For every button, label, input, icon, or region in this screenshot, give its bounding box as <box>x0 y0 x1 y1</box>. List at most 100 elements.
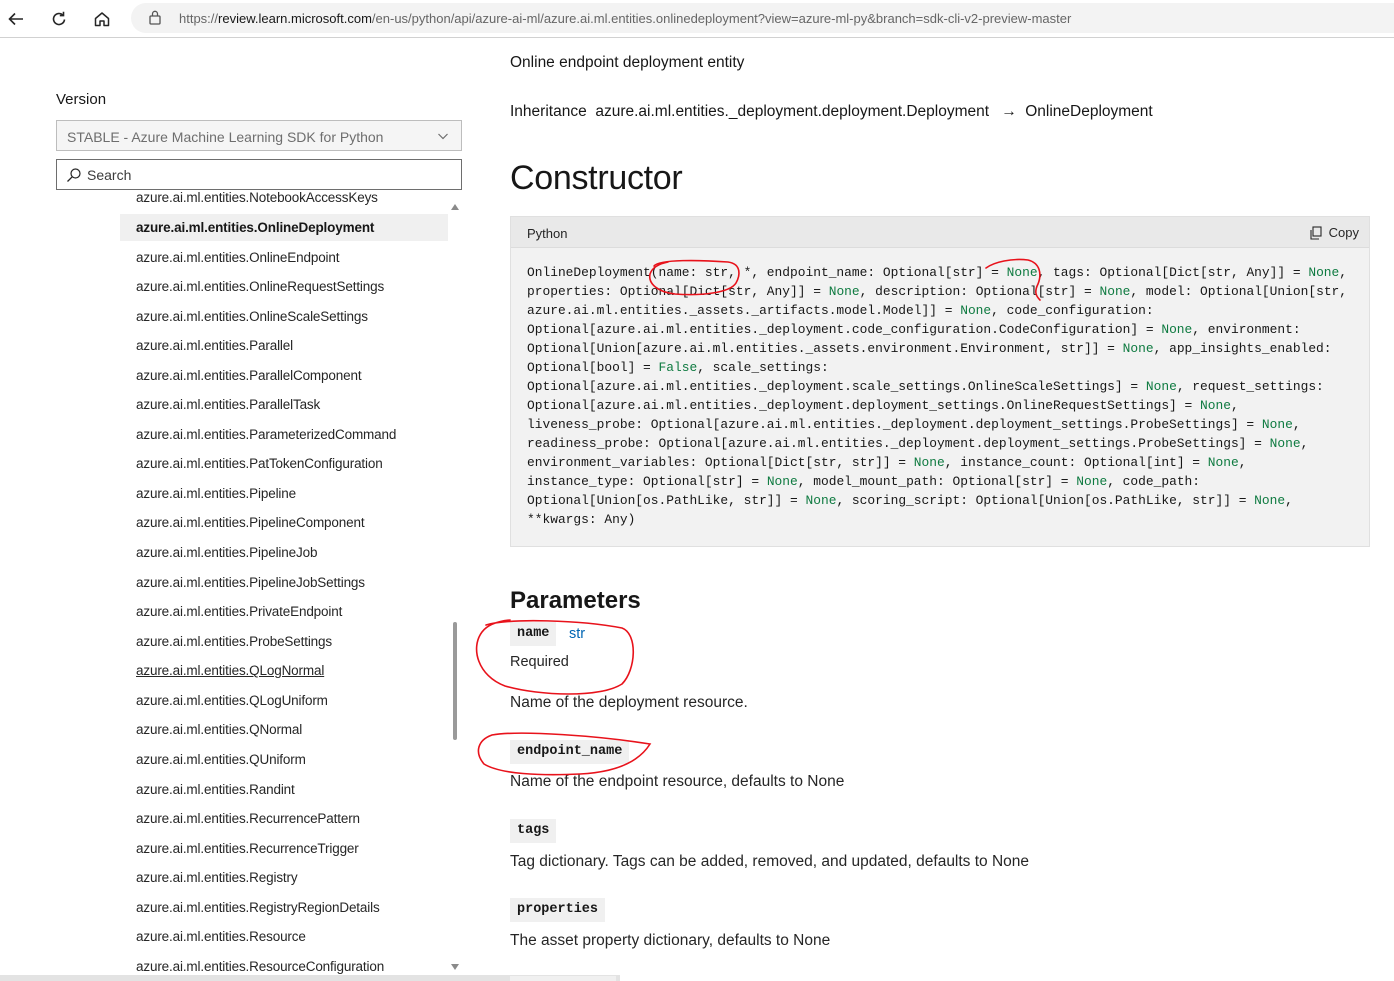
param-name: tags <box>510 819 557 843</box>
toc-item[interactable]: azure.ai.ml.entities.QUniform <box>120 746 448 773</box>
code-text: Optional[azure.ai.ml.entities._deploymen… <box>527 379 1146 394</box>
url-text[interactable]: https://review.learn.microsoft.com/en-us… <box>179 11 1071 26</box>
toc-item[interactable]: azure.ai.ml.entities.ParallelComponent <box>120 362 448 389</box>
code-line: Optional[azure.ai.ml.entities._deploymen… <box>527 377 1357 396</box>
code-text: , <box>1230 398 1239 413</box>
refresh-button[interactable] <box>46 6 72 32</box>
refresh-icon <box>52 11 66 26</box>
code-line: instance_type: Optional[str] = None, mod… <box>527 472 1357 491</box>
toc-item[interactable]: azure.ai.ml.entities.QLogUniform <box>120 687 448 714</box>
code-text: , <box>1292 417 1301 432</box>
code-text: , <box>1238 455 1247 470</box>
code-keyword: None <box>1261 417 1293 432</box>
toc-item[interactable]: azure.ai.ml.entities.NotebookAccessKeys <box>120 192 448 211</box>
code-keyword: None <box>1099 284 1131 299</box>
code-text: **kwargs: Any) <box>527 512 636 527</box>
inheritance-base-class[interactable]: azure.ai.ml.entities._deployment.deploym… <box>595 103 989 120</box>
code-text: Optional[Union[azure.ai.ml.entities._ass… <box>527 341 1123 356</box>
home-button[interactable] <box>89 6 115 32</box>
toc-item[interactable]: azure.ai.ml.entities.PatTokenConfigurati… <box>120 450 448 477</box>
toc-item[interactable]: azure.ai.ml.entities.Resource <box>120 923 448 950</box>
scroll-down-arrow-icon[interactable] <box>450 962 460 972</box>
inheritance-line: Inheritance azure.ai.ml.entities._deploy… <box>510 103 1153 121</box>
code-text: readiness_probe: Optional[azure.ai.ml.en… <box>527 436 1270 451</box>
code-text: Optional[Union[os.PathLike, str]] = <box>527 493 806 508</box>
code-line: OnlineDeployment(name: str, *, endpoint_… <box>527 263 1357 282</box>
toc-item[interactable]: azure.ai.ml.entities.QNormal <box>120 716 448 743</box>
code-language-label: Python <box>527 226 568 241</box>
code-line: Optional[azure.ai.ml.entities._deploymen… <box>527 396 1357 415</box>
toc-item[interactable]: azure.ai.ml.entities.PipelineJob <box>120 539 448 566</box>
constructor-heading: Constructor <box>510 159 683 197</box>
code-text: , <box>1300 436 1309 451</box>
lock-icon[interactable] <box>148 9 162 30</box>
param-description: Tag dictionary. Tags can be added, remov… <box>510 853 1030 870</box>
inheritance-arrow: → <box>1001 103 1017 120</box>
toc-item[interactable]: azure.ai.ml.entities.Parallel <box>120 332 448 359</box>
code-text: , model_mount_path: Optional[str] = <box>797 474 1077 489</box>
code-keyword: None <box>960 303 992 318</box>
param-type-link[interactable]: str <box>569 626 585 642</box>
code-text: , tags: Optional[Dict[str, Any]] = <box>1037 265 1309 280</box>
toc-item[interactable]: azure.ai.ml.entities.OnlineScaleSettings <box>120 303 448 330</box>
toc-item[interactable]: azure.ai.ml.entities.OnlineEndpoint <box>120 244 448 271</box>
code-text: azure.ai.ml.entities._assets._artifacts.… <box>527 303 961 318</box>
code-keyword: None <box>1308 265 1340 280</box>
code-line: Optional[Union[azure.ai.ml.entities._ass… <box>527 339 1357 358</box>
search-box[interactable] <box>56 159 462 190</box>
toc-item[interactable]: azure.ai.ml.entities.Randint <box>120 776 448 803</box>
toc-item[interactable]: azure.ai.ml.entities.ParallelTask <box>120 391 448 418</box>
code-text: properties: Optional[Dict[str, Any]] = <box>527 284 829 299</box>
toc-item[interactable]: azure.ai.ml.entities.PrivateEndpoint <box>120 598 448 625</box>
code-text: , scoring_script: Optional[Union[os.Path… <box>836 493 1255 508</box>
code-line: readiness_probe: Optional[azure.ai.ml.en… <box>527 434 1357 453</box>
code-text: Optional[azure.ai.ml.entities._deploymen… <box>527 398 1201 413</box>
copy-icon <box>1310 225 1322 240</box>
param-description: Name of the deployment resource. <box>510 694 748 711</box>
toc-item[interactable]: azure.ai.ml.entities.PipelineJobSettings <box>120 569 448 596</box>
toc-item[interactable]: azure.ai.ml.entities.ParameterizedComman… <box>120 421 448 448</box>
version-dropdown[interactable]: STABLE - Azure Machine Learning SDK for … <box>56 120 462 151</box>
toc-scroll-thumb[interactable] <box>453 622 457 740</box>
toc-item[interactable]: azure.ai.ml.entities.RecurrenceTrigger <box>120 835 448 862</box>
code-keyword: None <box>805 493 837 508</box>
toc-item-active[interactable]: azure.ai.ml.entities.OnlineDeployment <box>120 214 448 241</box>
next-param-partial <box>510 976 616 981</box>
code-text: , environment: <box>1192 322 1301 337</box>
code-text: , scale_settings: <box>697 360 829 375</box>
copy-button[interactable]: Copy <box>1309 225 1359 240</box>
back-button[interactable] <box>3 6 29 32</box>
code-content: OnlineDeployment(name: str, *, endpoint_… <box>527 263 1357 529</box>
code-keyword: None <box>1207 455 1239 470</box>
toc-item[interactable]: azure.ai.ml.entities.OnlineRequestSettin… <box>120 273 448 300</box>
toc-item[interactable]: azure.ai.ml.entities.PipelineComponent <box>120 509 448 536</box>
code-line: azure.ai.ml.entities._assets._artifacts.… <box>527 301 1357 320</box>
class-summary: Online endpoint deployment entity <box>510 54 745 71</box>
version-label: Version <box>56 91 107 108</box>
code-line: liveness_probe: Optional[azure.ai.ml.ent… <box>527 415 1357 434</box>
toc-item-hovered[interactable]: azure.ai.ml.entities.QLogNormal <box>120 657 448 684</box>
code-text: , request_settings: <box>1176 379 1324 394</box>
home-icon <box>94 12 110 27</box>
scroll-up-arrow-icon[interactable] <box>450 202 460 212</box>
code-keyword: None <box>1076 474 1108 489</box>
toc-item[interactable]: azure.ai.ml.entities.Registry <box>120 864 448 891</box>
toc-scrollbar[interactable] <box>449 200 461 975</box>
toc-item[interactable]: azure.ai.ml.entities.RecurrencePattern <box>120 805 448 832</box>
code-keyword: None <box>913 455 945 470</box>
code-keyword: None <box>1145 379 1177 394</box>
toc-item[interactable]: azure.ai.ml.entities.ProbeSettings <box>120 628 448 655</box>
code-text: , <box>1339 265 1348 280</box>
toc-tree: azure.ai.ml.entities.NotebookAccessKeys … <box>120 192 448 981</box>
code-text: , <box>1285 493 1293 508</box>
toc-item[interactable]: azure.ai.ml.entities.RegistryRegionDetai… <box>120 894 448 921</box>
code-text: , code_configuration: <box>991 303 1154 318</box>
search-input[interactable] <box>87 165 447 185</box>
param-description: The asset property dictionary, defaults … <box>510 932 831 949</box>
code-line: environment_variables: Optional[Dict[str… <box>527 453 1357 472</box>
code-line: Optional[azure.ai.ml.entities._deploymen… <box>527 320 1357 339</box>
code-keyword: None <box>1269 436 1301 451</box>
toc-item[interactable]: azure.ai.ml.entities.Pipeline <box>120 480 448 507</box>
code-text: , description: Optional[str] = <box>859 284 1100 299</box>
param-name: name <box>510 622 557 646</box>
